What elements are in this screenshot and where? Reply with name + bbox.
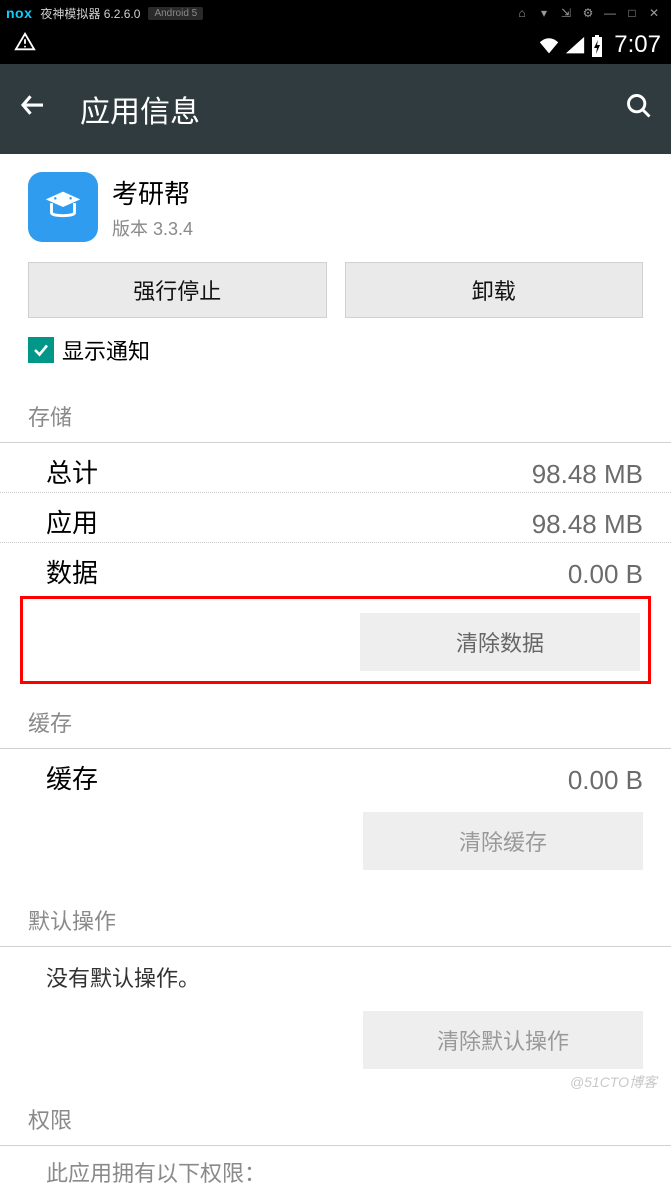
defaults-header: 默认操作 [0,892,671,947]
storage-data-row: 数据 0.00 B [0,543,671,592]
minimize-button[interactable]: — [599,6,621,20]
storage-data-value: 0.00 B [568,559,643,590]
cache-row: 缓存 0.00 B [0,749,671,798]
clear-cache-button[interactable]: 清除缓存 [363,812,643,870]
android-version-badge: Android 5 [148,7,203,20]
emulator-title-bar: nox 夜神模拟器 6.2.6.0 Android 5 ⌂ ▾ ⇲ ⚙ — □ … [0,0,671,26]
cache-header: 缓存 [0,694,671,749]
force-stop-button[interactable]: 强行停止 [28,262,327,318]
warning-icon [14,31,36,59]
back-button[interactable] [18,90,48,128]
down-icon[interactable]: ▾ [533,6,555,20]
signal-icon [564,35,586,55]
storage-data-label: 数据 [46,553,98,590]
clear-defaults-button[interactable]: 清除默认操作 [363,1011,643,1069]
pin-icon[interactable]: ⇲ [555,6,577,20]
app-version: 版本 3.3.4 [112,215,193,241]
maximize-button[interactable]: □ [621,6,643,20]
cache-label: 缓存 [46,759,98,796]
watermark: @51CTO博客 [570,1072,657,1092]
storage-header: 存储 [0,388,671,443]
emulator-title: 夜神模拟器 6.2.6.0 [40,5,140,22]
action-row: 强行停止 卸载 [0,262,671,332]
app-header: 考研帮 版本 3.3.4 [0,154,671,262]
storage-total-row: 总计 98.48 MB [0,443,671,493]
page-title: 应用信息 [80,87,625,131]
wifi-icon [538,35,560,55]
show-notifications-label: 显示通知 [62,334,150,366]
cache-value: 0.00 B [568,765,643,796]
show-notifications-row[interactable]: 显示通知 [0,332,671,378]
close-button[interactable]: ✕ [643,6,665,20]
status-clock: 7:07 [614,31,661,59]
app-top-bar: 应用信息 [0,64,671,154]
nox-logo: nox [6,5,32,21]
storage-app-value: 98.48 MB [532,509,643,540]
home-icon[interactable]: ⌂ [511,6,533,20]
permissions-intro: 此应用拥有以下权限： [0,1146,671,1188]
search-icon[interactable] [625,92,653,127]
clear-data-highlight: 清除数据 [20,596,651,684]
app-icon [28,172,98,242]
defaults-none-text: 没有默认操作。 [0,947,671,997]
battery-charging-icon [590,34,604,56]
clear-data-button[interactable]: 清除数据 [360,613,640,671]
settings-icon[interactable]: ⚙ [577,6,599,20]
permissions-header: 权限 [0,1091,671,1146]
checkbox-checked-icon[interactable] [28,337,54,363]
storage-app-label: 应用 [46,503,98,540]
android-status-bar: 7:07 [0,26,671,64]
uninstall-button[interactable]: 卸载 [345,262,644,318]
storage-total-value: 98.48 MB [532,459,643,490]
storage-total-label: 总计 [46,453,98,490]
app-name: 考研帮 [112,174,193,211]
storage-app-row: 应用 98.48 MB [0,493,671,543]
